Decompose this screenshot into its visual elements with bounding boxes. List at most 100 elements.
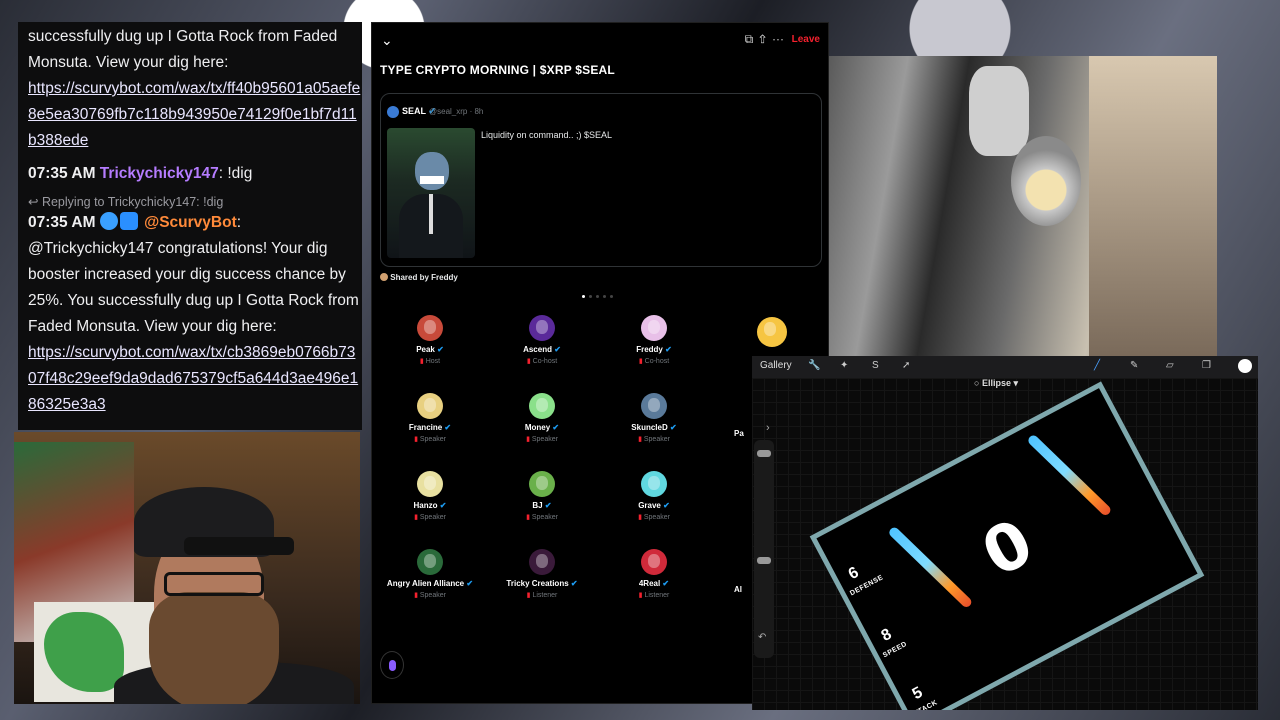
- carousel-pager: [582, 295, 613, 298]
- defense-value: 6: [845, 563, 862, 584]
- verified-icon: ✔: [660, 501, 670, 510]
- participant-avatar: [641, 315, 667, 341]
- dig-link[interactable]: https://scurvybot.com/wax/tx/cb3869eb076…: [28, 344, 358, 413]
- chat-message: 07:35 AM @ScurvyBot: @Trickychicky147 co…: [28, 212, 359, 413]
- participant-item[interactable]: 4Real ✔ ▮ Listener: [604, 549, 704, 599]
- tweet-avatar: [387, 106, 399, 118]
- participant-role: ▮ Speaker: [380, 591, 480, 599]
- participant-role: ▮ Speaker: [492, 435, 592, 443]
- chevron-right-icon[interactable]: ›: [766, 422, 770, 434]
- shape-mode-label[interactable]: ○ Ellipse ▾: [974, 378, 1018, 389]
- role-text: Co-host: [532, 358, 558, 365]
- dig-link[interactable]: https://scurvybot.com/wax/tx/ff40b95601a…: [28, 80, 360, 149]
- magic-icon[interactable]: ✦: [840, 360, 848, 371]
- participant-name: Freddy: [636, 345, 663, 354]
- participant-name-row: 4Real ✔: [604, 579, 704, 588]
- leave-button[interactable]: Leave: [792, 34, 820, 45]
- chat-message-text: successfully dug up I Gotta Rock from Fa…: [28, 28, 338, 71]
- participant-name-row: SkuncleD ✔: [604, 423, 704, 432]
- layers-icon[interactable]: ❐: [1202, 360, 1211, 371]
- verified-icon: ✔: [550, 423, 560, 432]
- role-text: Speaker: [419, 592, 446, 599]
- tweet-text: Liquidity on command.. ;) $SEAL: [481, 130, 613, 140]
- verified-icon: ✔: [660, 579, 670, 588]
- participant-item[interactable]: Ascend ✔ ▮ Co-host: [492, 315, 592, 365]
- reply-text: Replying to Trickychicky147: !dig: [41, 195, 224, 209]
- size-slider[interactable]: [757, 450, 771, 457]
- shared-by: Shared by Freddy: [380, 273, 458, 282]
- participant-item[interactable]: Grave ✔ ▮ Speaker: [604, 471, 704, 521]
- tweet-image[interactable]: [387, 128, 475, 258]
- participant-name: Peak: [416, 345, 435, 354]
- participant-name-row: Angry Alien Alliance ✔: [380, 579, 480, 588]
- role-text: Listener: [644, 592, 670, 599]
- participant-name-row: Ascend ✔: [492, 345, 592, 354]
- participant-avatar: [641, 393, 667, 419]
- participant-name: Hanzo: [413, 501, 438, 510]
- participant-name-row: Peak ✔: [380, 345, 480, 354]
- participant-item[interactable]: BJ ✔ ▮ Speaker: [492, 471, 592, 521]
- eraser-icon[interactable]: ▱: [1166, 360, 1174, 371]
- participant-avatar: [417, 549, 443, 575]
- share-icon[interactable]: ⇧: [759, 32, 772, 46]
- participant-role: ▮ Listener: [492, 591, 592, 599]
- pinned-tweet[interactable]: SEAL ✔ @seal_xrp · 8h Liquidity on comma…: [380, 93, 822, 267]
- participant-item[interactable]: Freddy ✔ ▮ Co-host: [604, 315, 704, 365]
- color-icon[interactable]: [1238, 359, 1252, 373]
- video-subject: [969, 66, 1029, 156]
- chat-username[interactable]: @ScurvyBot: [144, 214, 237, 231]
- streamer-beard: [149, 592, 279, 704]
- participant-item[interactable]: Angry Alien Alliance ✔ ▮ Speaker: [380, 549, 480, 599]
- role-text: Listener: [532, 592, 558, 599]
- participant-avatar: [641, 471, 667, 497]
- verified-icon: ✔: [551, 345, 561, 354]
- participant-role: ▮ Speaker: [604, 513, 704, 521]
- brush-icon[interactable]: ╱: [1094, 360, 1100, 371]
- chat-username[interactable]: Trickychicky147: [100, 165, 219, 182]
- participant-item[interactable]: Francine ✔ ▮ Speaker: [380, 393, 480, 443]
- streamer-glasses: [164, 572, 264, 596]
- participant-item[interactable]: Money ✔ ▮ Speaker: [492, 393, 592, 443]
- brush-size-sidebar[interactable]: ↶: [754, 440, 774, 658]
- participant-name: Grave: [638, 501, 661, 510]
- emoji-reaction: [752, 317, 792, 347]
- selection-icon[interactable]: S: [872, 360, 879, 371]
- tool-badge-icon: [119, 212, 138, 230]
- smudge-icon[interactable]: ✎: [1130, 360, 1138, 371]
- participant-item[interactable]: SkuncleD ✔ ▮ Speaker: [604, 393, 704, 443]
- mic-button[interactable]: [380, 651, 404, 679]
- move-icon[interactable]: ➚: [902, 360, 910, 371]
- participant-role: ▮ Co-host: [492, 357, 592, 365]
- participant-name-row: Hanzo ✔: [380, 501, 480, 510]
- participant-name-row: Tricky Creations ✔: [492, 579, 592, 588]
- chat-message-text: @Trickychicky147 congratulations! Your d…: [28, 240, 359, 335]
- role-text: Host: [425, 358, 441, 365]
- participant-item[interactable]: Hanzo ✔ ▮ Speaker: [380, 471, 480, 521]
- chevron-down-icon[interactable]: ⌄: [381, 32, 393, 49]
- verified-icon: ✔: [434, 345, 444, 354]
- verified-icon: ✔: [464, 579, 474, 588]
- participant-name-row: Freddy ✔: [604, 345, 704, 354]
- sword-art: [1026, 433, 1113, 518]
- space-title: TYPE CRYPTO MORNING | $XRP $SEAL: [380, 63, 615, 77]
- participant-avatar: [417, 393, 443, 419]
- participant-name: Angry Alien Alliance: [386, 579, 465, 588]
- topbar-icons: ⧉⇧⋯: [745, 32, 790, 47]
- verified-icon: ✔: [667, 423, 677, 432]
- participant-item[interactable]: Tricky Creations ✔ ▮ Listener: [492, 549, 592, 599]
- chat-message: successfully dug up I Gotta Rock from Fa…: [28, 24, 362, 154]
- copy-icon[interactable]: ⧉: [745, 32, 760, 46]
- more-icon[interactable]: ⋯: [772, 32, 790, 46]
- drawing-app: Gallery 🔧 ✦ S ➚ ╱ ✎ ▱ ❐ ○ Ellipse ▾ › ↶ …: [752, 356, 1258, 710]
- chat-timestamp: 07:35 AM: [28, 214, 96, 231]
- opacity-slider[interactable]: [757, 557, 771, 564]
- tweet-handle: @seal_xrp · 8h: [429, 107, 484, 116]
- participant-item[interactable]: Peak ✔ ▮ Host: [380, 315, 480, 365]
- reply-context: ↩ Replying to Trickychicky147: !dig: [28, 195, 224, 209]
- undo-icon[interactable]: ↶: [758, 632, 766, 643]
- participant-name-row: Money ✔: [492, 423, 592, 432]
- gallery-button[interactable]: Gallery: [760, 360, 792, 371]
- wrench-icon[interactable]: 🔧: [808, 360, 820, 371]
- participant-avatar: [529, 315, 555, 341]
- participant-name: SkuncleD: [631, 423, 668, 432]
